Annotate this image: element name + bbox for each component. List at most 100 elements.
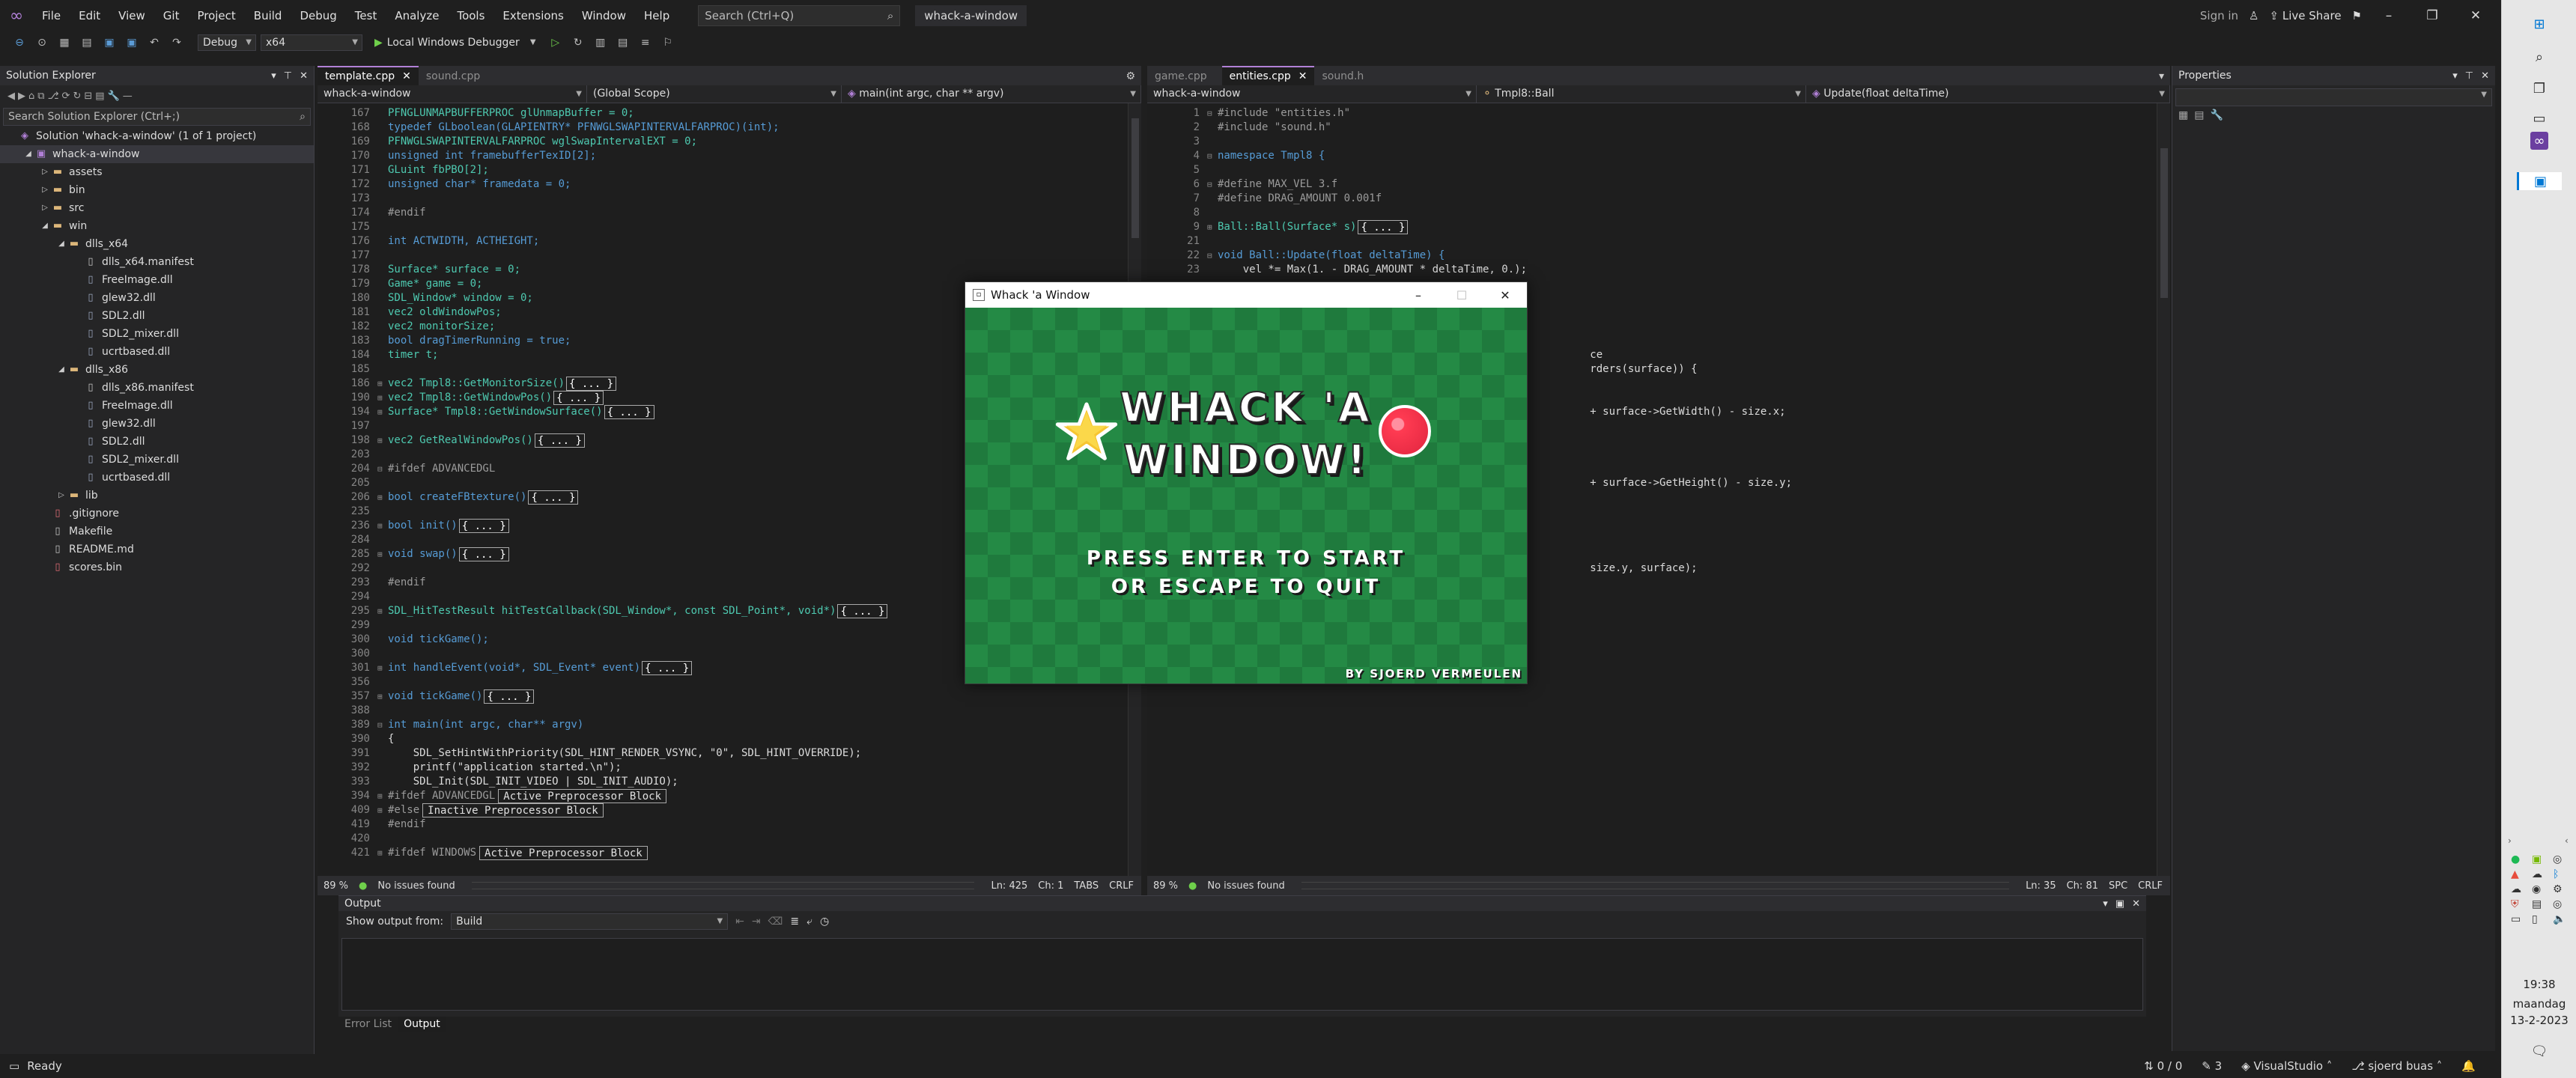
- code-line[interactable]: 392 printf("application started.\n");: [318, 761, 622, 775]
- code-line[interactable]: 419 #endif: [318, 817, 426, 832]
- zoom-level[interactable]: 89 %: [323, 880, 348, 892]
- volume-icon[interactable]: 🔈: [2553, 913, 2571, 925]
- code-line[interactable]: 179 Game* game = 0;: [318, 277, 483, 291]
- tree-item[interactable]: ◢ ▬ dlls_x64: [0, 235, 314, 253]
- undo-icon[interactable]: ↶: [145, 34, 163, 51]
- tree-item[interactable]: ◢ ▣ whack-a-window: [0, 145, 314, 163]
- tree-item[interactable]: ▯ dlls_x86.manifest: [0, 379, 314, 397]
- collapsed-region-box[interactable]: { ... }: [553, 391, 604, 405]
- code-line[interactable]: 389 ⊟ int main(int argc, char** argv): [318, 718, 584, 732]
- platform-select[interactable]: x64 ▼: [261, 34, 362, 51]
- spotify-icon[interactable]: ●: [2511, 853, 2529, 865]
- bluetooth-icon[interactable]: ᛒ: [2553, 868, 2571, 880]
- expand-region-icon[interactable]: ⊞: [377, 689, 388, 704]
- code-line[interactable]: 3: [1147, 135, 1218, 149]
- code-line[interactable]: 184 timer t;: [318, 348, 439, 362]
- dropdown-icon[interactable]: ▾: [2452, 70, 2458, 82]
- tree-item[interactable]: ▯ FreeImage.dll: [0, 397, 314, 415]
- code-line[interactable]: 2 #include "sound.h": [1147, 121, 1331, 135]
- tree-item[interactable]: ▯ .gitignore: [0, 505, 314, 523]
- close-icon[interactable]: ✕: [300, 70, 308, 82]
- tab-output[interactable]: Output: [398, 1017, 446, 1032]
- menu-item-git[interactable]: Git: [154, 0, 189, 31]
- widgets-icon[interactable]: ▭: [2530, 109, 2548, 127]
- collapsed-region-box[interactable]: { ... }: [604, 405, 654, 419]
- menu-item-extensions[interactable]: Extensions: [493, 0, 572, 31]
- collapse-region-icon[interactable]: ⊟: [377, 462, 388, 476]
- collapse-arrow-icon[interactable]: ◢: [55, 361, 67, 379]
- collapsed-region-box[interactable]: { ... }: [642, 661, 693, 675]
- expand-arrow-icon[interactable]: ▷: [39, 181, 51, 199]
- expand-region-icon[interactable]: ⊞: [377, 391, 388, 405]
- code-line[interactable]: 205: [318, 476, 388, 490]
- tray-overflow-left-icon[interactable]: ‹: [2565, 835, 2569, 846]
- collapse-region-icon[interactable]: ⊟: [1207, 106, 1218, 121]
- code-line[interactable]: 169 PFNWGLSWAPINTERVALFARPROC wglSwapInte…: [318, 135, 697, 149]
- refresh-icon[interactable]: ↻: [73, 91, 81, 102]
- menu-item-edit[interactable]: Edit: [70, 0, 109, 31]
- preprocessor-block-tag[interactable]: Active Preprocessor Block: [498, 789, 667, 803]
- whitespace-mode[interactable]: TABS: [1074, 880, 1099, 892]
- tree-item[interactable]: ▯ glew32.dll: [0, 415, 314, 433]
- next-message-icon[interactable]: ⇥: [752, 916, 761, 928]
- wifi-icon[interactable]: ◉: [2532, 883, 2550, 895]
- back-icon[interactable]: ◀: [7, 91, 15, 102]
- expand-arrow-icon[interactable]: ▷: [39, 199, 51, 217]
- tab-game-cpp[interactable]: game.cpp: [1147, 67, 1222, 85]
- collapse-arrow-icon[interactable]: ◢: [22, 145, 34, 163]
- word-wrap-icon[interactable]: ≣: [790, 916, 799, 928]
- member-dropdown[interactable]: ◈ main(int argc, char ** argv) ▼: [842, 85, 1141, 103]
- code-line[interactable]: 300: [318, 647, 388, 661]
- menu-item-tools[interactable]: Tools: [448, 0, 493, 31]
- game-canvas[interactable]: WHACK 'A WINDOW! PRESS ENTER TO START OR…: [965, 308, 1527, 683]
- breakpoint-icon[interactable]: ▥: [592, 34, 610, 51]
- tab-sound-cpp[interactable]: sound.cpp: [419, 67, 495, 85]
- navigate-forward-icon[interactable]: ⊙: [33, 34, 51, 51]
- code-line[interactable]: 183 bool dragTimerRunning = true;: [318, 334, 571, 348]
- tree-item[interactable]: ▷ ▬ assets: [0, 163, 314, 181]
- tree-item[interactable]: ▯ glew32.dll: [0, 289, 314, 307]
- code-line[interactable]: 197: [318, 419, 388, 433]
- scope-dropdown[interactable]: (Global Scope) ▼: [587, 85, 842, 103]
- expand-region-icon[interactable]: ⊞: [377, 377, 388, 391]
- issues-status[interactable]: No issues found: [377, 880, 455, 892]
- minimize-button[interactable]: –: [2372, 8, 2405, 23]
- code-line[interactable]: 357 ⊞ void tickGame(){ ... }: [318, 689, 535, 704]
- dropdown-icon[interactable]: ▾: [2103, 898, 2108, 910]
- find-message-icon[interactable]: ⇤: [735, 916, 744, 928]
- collapsed-region-box[interactable]: { ... }: [528, 490, 579, 505]
- expand-region-icon[interactable]: ⊞: [377, 803, 388, 817]
- code-line[interactable]: 186 ⊞ vec2 Tmpl8::GetMonitorSize(){ ... }: [318, 377, 617, 391]
- code-line[interactable]: 178 Surface* surface = 0;: [318, 263, 520, 277]
- collapsed-region-box[interactable]: { ... }: [1358, 220, 1409, 234]
- sign-in-link[interactable]: Sign in: [2200, 9, 2238, 22]
- pin-icon[interactable]: ⊤: [2465, 70, 2473, 82]
- code-line[interactable]: 236 ⊞ bool init(){ ... }: [318, 519, 509, 533]
- tab-sound-h[interactable]: sound.h: [1314, 67, 1379, 85]
- repository-selector[interactable]: ◈ VisualStudio ˄: [2241, 1059, 2332, 1073]
- clear-all-icon[interactable]: ⌫: [768, 916, 783, 928]
- code-line[interactable]: 356: [318, 675, 388, 689]
- home-icon[interactable]: ⌂: [28, 91, 34, 102]
- property-pages-icon[interactable]: 🔧: [2210, 109, 2223, 121]
- notification-center-icon[interactable]: 🗨: [2530, 1042, 2548, 1060]
- code-line[interactable]: 182 vec2 monitorSize;: [318, 320, 496, 334]
- menu-item-window[interactable]: Window: [573, 0, 635, 31]
- preprocessor-block-tag[interactable]: Inactive Preprocessor Block: [422, 803, 604, 817]
- code-line[interactable]: 176 int ACTWIDTH, ACTHEIGHT;: [318, 234, 540, 249]
- code-line[interactable]: 300 void tickGame();: [318, 633, 489, 647]
- collapsed-region-box[interactable]: { ... }: [458, 519, 509, 533]
- settings-icon[interactable]: ⚙: [2553, 883, 2571, 895]
- comment-icon[interactable]: ≡: [637, 34, 654, 51]
- right-vertical-scrollbar[interactable]: [2157, 103, 2170, 876]
- game-window[interactable]: ▫ Whack 'a Window – ☐ ✕ WHACK 'A WINDOW!…: [965, 281, 1528, 684]
- dropdown-icon[interactable]: ▼: [524, 34, 542, 51]
- tray-overflow-right-icon[interactable]: ›: [2508, 835, 2512, 846]
- expand-region-icon[interactable]: ⊞: [377, 547, 388, 561]
- collapse-all-icon[interactable]: ⊟: [84, 91, 92, 102]
- toggle-wrap-icon[interactable]: ⤶: [806, 916, 812, 928]
- tree-item[interactable]: ▯ ucrtbased.dll: [0, 469, 314, 487]
- code-line[interactable]: 167 PFNGLUNMAPBUFFERPROC glUnmapBuffer = …: [318, 106, 634, 121]
- code-line[interactable]: 168 typedef GLboolean(GLAPIENTRY* PFNWGLS…: [318, 121, 780, 135]
- code-line[interactable]: 421 ⊞ #ifdef WINDOWS Active Preprocessor Bl…: [318, 846, 648, 860]
